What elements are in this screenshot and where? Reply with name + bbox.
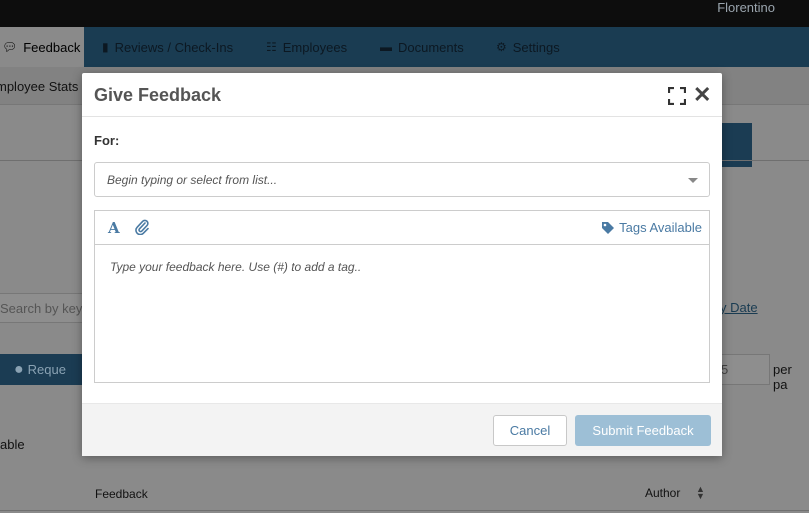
top-bar: Florentino xyxy=(0,0,809,27)
submit-feedback-button[interactable]: Submit Feedback xyxy=(575,415,711,446)
search-placeholder: Search by key xyxy=(0,301,83,316)
recipient-placeholder: Begin typing or select from list... xyxy=(107,173,278,187)
expand-icon[interactable] xyxy=(668,87,686,105)
nav-item-label: Reviews / Check-Ins xyxy=(114,39,234,55)
request-feedback-button[interactable]: ● Reque xyxy=(0,354,88,385)
user-name[interactable]: Florentino xyxy=(717,0,775,15)
divider xyxy=(0,160,82,161)
gear-icon: ⚙ xyxy=(496,40,507,54)
nav-item-settings[interactable]: ⚙ Settings xyxy=(496,27,560,67)
document-icon: ▮ xyxy=(102,40,109,54)
divider xyxy=(0,510,809,511)
tags-available-label: Tags Available xyxy=(619,220,702,235)
paperclip-icon[interactable] xyxy=(135,219,149,235)
for-label: For: xyxy=(94,133,120,148)
comment-icon: 💬︎ xyxy=(2,40,18,54)
nav-item-label: Feedback xyxy=(23,39,81,55)
feedback-textarea[interactable]: Type your feedback here. Use (#) to add … xyxy=(94,244,710,383)
per-page-label: per pa xyxy=(773,362,792,392)
section-heading: able xyxy=(0,437,25,452)
modal-footer: Cancel Submit Feedback xyxy=(82,403,722,456)
close-icon[interactable]: ✕ xyxy=(693,84,711,106)
nav-item-documents[interactable]: ▬ Documents xyxy=(380,27,464,67)
nav-item-label: Documents xyxy=(398,39,464,55)
text-format-icon[interactable]: A xyxy=(108,219,120,237)
main-nav: 💬︎ Feedback ▮ Reviews / Check-Ins ☷ Empl… xyxy=(0,27,809,67)
nav-item-reviews[interactable]: ▮ Reviews / Check-Ins xyxy=(102,27,233,67)
speech-bubble-icon: ● xyxy=(14,360,24,378)
tag-icon xyxy=(602,221,615,234)
nav-item-feedback[interactable]: 💬︎ Feedback xyxy=(0,27,84,67)
give-feedback-modal: Give Feedback ✕ For: Begin typing or sel… xyxy=(82,73,722,456)
recipient-select[interactable]: Begin typing or select from list... xyxy=(94,162,710,197)
nav-item-employees[interactable]: ☷ Employees xyxy=(266,27,347,67)
request-button-label: Reque xyxy=(27,362,66,377)
per-page-value: 5 xyxy=(721,362,729,377)
cancel-button[interactable]: Cancel xyxy=(493,415,567,446)
folder-icon: ▬ xyxy=(380,40,392,54)
modal-title: Give Feedback xyxy=(94,85,222,105)
modal-header: Give Feedback ✕ xyxy=(82,73,722,117)
org-chart-icon: ☷ xyxy=(266,40,277,54)
sort-icon[interactable]: ▲ ▼ xyxy=(696,485,705,501)
nav-item-label: Employees xyxy=(282,39,348,55)
search-input[interactable]: Search by key xyxy=(0,293,90,323)
sort-by-date-link[interactable]: y Date xyxy=(720,300,758,315)
chevron-down-icon[interactable] xyxy=(688,178,698,183)
editor-toolbar: A Tags Available xyxy=(94,210,710,244)
column-header-author[interactable]: Author xyxy=(645,486,680,500)
column-header-feedback[interactable]: Feedback xyxy=(95,487,148,501)
tags-available-link[interactable]: Tags Available xyxy=(601,220,702,235)
divider xyxy=(722,160,809,161)
nav-item-label: Settings xyxy=(512,39,560,55)
feedback-placeholder: Type your feedback here. Use (#) to add … xyxy=(110,260,362,274)
tab-employee-stats[interactable]: mployee Stats xyxy=(0,79,78,94)
